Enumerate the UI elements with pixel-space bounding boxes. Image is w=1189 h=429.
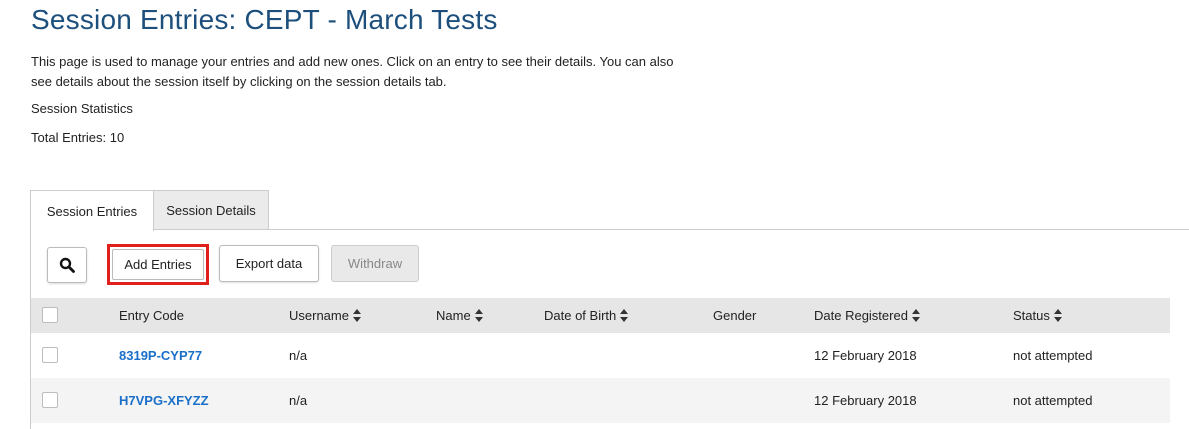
date-registered-cell: 12 February 2018	[814, 393, 917, 408]
column-username[interactable]: Username	[289, 298, 362, 333]
tab-session-entries[interactable]: Session Entries	[30, 190, 154, 231]
date-registered-cell: 12 February 2018	[814, 348, 917, 363]
username-cell: n/a	[289, 348, 308, 363]
add-entries-highlight: Add Entries	[107, 244, 209, 285]
sort-icon	[474, 309, 484, 322]
export-data-button[interactable]: Export data	[219, 245, 319, 282]
column-date-of-birth-label: Date of Birth	[544, 308, 617, 323]
column-status[interactable]: Status	[1013, 298, 1063, 333]
status-cell: not attempted	[1013, 393, 1093, 408]
column-entry-code-label: Entry Code	[119, 308, 185, 323]
column-username-label: Username	[289, 308, 349, 323]
entry-code-link[interactable]: 8319P-CYP77	[119, 333, 202, 378]
column-gender: Gender	[713, 298, 756, 333]
column-status-label: Status	[1013, 308, 1050, 323]
column-name-label: Name	[436, 308, 471, 323]
sort-icon	[1053, 309, 1063, 322]
sort-icon	[911, 309, 921, 322]
column-name[interactable]: Name	[436, 298, 484, 333]
row-checkbox[interactable]	[42, 347, 58, 363]
session-statistics-label: Session Statistics	[31, 101, 133, 116]
tab-session-details[interactable]: Session Details	[153, 190, 269, 229]
withdraw-button[interactable]: Withdraw	[331, 245, 419, 282]
sort-icon	[620, 309, 629, 322]
tab-bar: Session Entries Session Details	[30, 190, 269, 231]
page-intro: This page is used to manage your entries…	[31, 54, 674, 89]
column-gender-label: Gender	[713, 308, 757, 323]
search-button[interactable]	[47, 247, 87, 283]
column-date-registered[interactable]: Date Registered	[814, 298, 921, 333]
add-entries-button[interactable]: Add Entries	[112, 249, 204, 280]
table-row[interactable]: 8319P-CYP77 n/a 12 February 2018 not att…	[31, 333, 1170, 378]
table-row[interactable]: H7VPG-XFYZZ n/a 12 February 2018 not att…	[31, 378, 1170, 423]
total-entries: Total Entries: 10	[31, 130, 125, 145]
column-date-of-birth[interactable]: Date of Birth	[544, 298, 629, 333]
page-title: Session Entries: CEPT - March Tests	[31, 4, 498, 35]
search-icon	[59, 257, 75, 273]
username-cell: n/a	[289, 393, 308, 408]
sort-icon	[352, 309, 362, 322]
table-header: Entry Code Username Name Date of Birth G…	[31, 298, 1170, 333]
entry-code-link[interactable]: H7VPG-XFYZZ	[119, 378, 209, 423]
row-checkbox[interactable]	[42, 392, 58, 408]
status-cell: not attempted	[1013, 348, 1093, 363]
column-entry-code[interactable]: Entry Code	[119, 298, 184, 333]
column-date-registered-label: Date Registered	[814, 308, 908, 323]
select-all-checkbox[interactable]	[42, 307, 58, 323]
